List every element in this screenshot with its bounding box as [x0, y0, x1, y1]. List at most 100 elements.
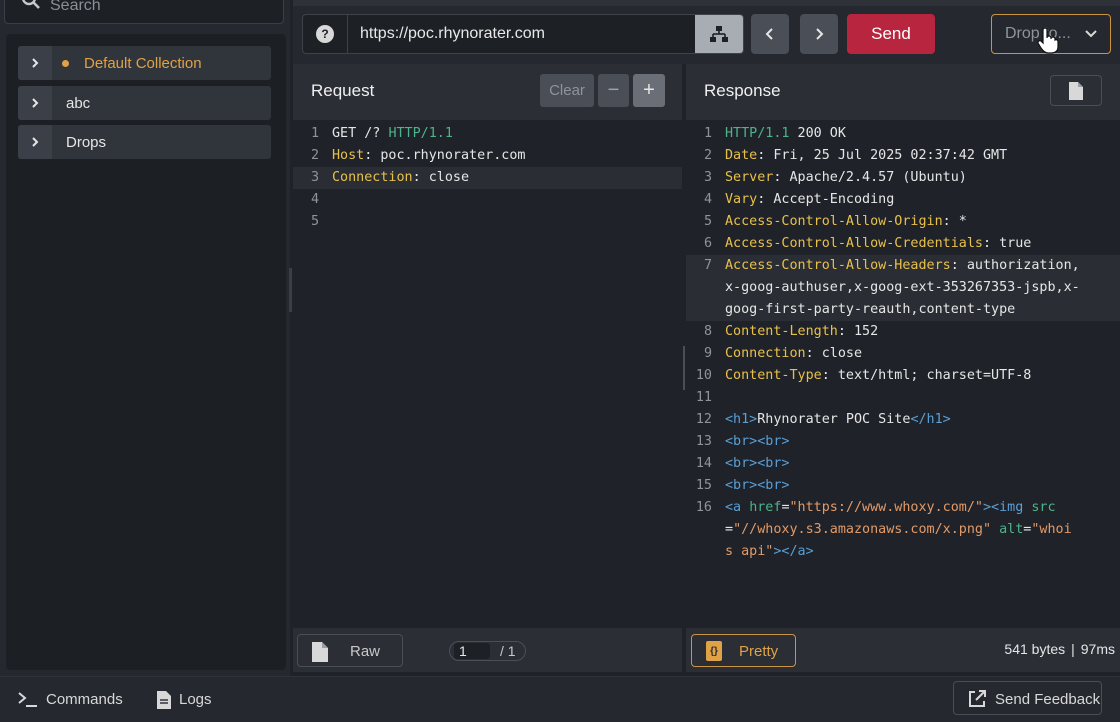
code-line: ="//whoxy.s3.amazonaws.com/x.png" alt="w… — [686, 519, 1120, 541]
search-input[interactable]: Search — [4, 0, 284, 24]
line-number: 4 — [310, 192, 319, 207]
code-line: s api"></a> — [686, 541, 1120, 563]
code-token: : * — [942, 214, 967, 229]
back-button[interactable] — [751, 14, 789, 54]
stats-separator: | — [1071, 641, 1075, 657]
page-total: / 1 — [500, 643, 516, 659]
line-number: 1 — [703, 126, 712, 141]
line-number: 9 — [703, 346, 712, 361]
chevron-right-icon[interactable] — [18, 125, 52, 159]
code-token: <br><br> — [725, 434, 790, 449]
code-line: 13 <br><br> — [686, 431, 1120, 453]
sidebar: Search Default Collection abc Drops — [0, 0, 290, 676]
line-number: 1 — [310, 126, 319, 141]
code-line: 4 — [293, 189, 682, 211]
response-time: 97ms — [1080, 641, 1115, 657]
code-token: : authorization, — [950, 258, 1080, 273]
status-bar: Commands Logs — [0, 676, 1120, 722]
code-line: 5 — [293, 211, 682, 233]
send-feedback-button[interactable]: Send Feedback — [953, 681, 1102, 715]
network-button[interactable] — [695, 15, 743, 53]
hand-cursor-icon — [1037, 28, 1059, 54]
pane-resize-handle[interactable] — [683, 346, 685, 390]
line-code: Server: Apache/2.4.57 (Ubuntu) — [725, 167, 967, 189]
response-pane: Response 1 HTTP/1.1 200 OK 2 Date: Fri, 25 … — [686, 64, 1120, 672]
code-token: 200 OK — [789, 126, 846, 141]
pretty-label: Pretty — [739, 643, 779, 660]
send-button[interactable]: Send — [847, 14, 935, 54]
response-viewer[interactable]: 1 HTTP/1.1 200 OK 2 Date: Fri, 25 Jul 2025 … — [686, 120, 1120, 628]
increase-button[interactable]: + — [633, 74, 665, 107]
file-icon — [1069, 81, 1083, 100]
line-number: 4 — [703, 192, 712, 207]
collection-item-abc[interactable]: abc — [18, 86, 271, 120]
pretty-button[interactable]: {} Pretty — [691, 634, 796, 667]
code-token: <h1> — [725, 412, 758, 427]
page-current-input[interactable]: 1 — [454, 643, 490, 659]
line-number: 7 — [703, 258, 712, 273]
line-code: Connection: close — [725, 343, 862, 365]
code-token: href — [749, 500, 782, 515]
code-token: ></a> — [773, 544, 814, 559]
request-title: Request — [311, 81, 375, 100]
collection-item-default[interactable]: Default Collection — [18, 46, 271, 80]
clear-button[interactable]: Clear — [540, 74, 594, 107]
response-stats: 541 bytes | 97ms — [1004, 641, 1115, 657]
code-line: 10 Content-Type: text/html; charset=UTF-8 — [686, 365, 1120, 387]
file-icon — [312, 642, 328, 662]
code-token: Connection — [725, 346, 806, 361]
chevron-right-icon[interactable] — [18, 46, 52, 80]
line-number: 5 — [310, 214, 319, 229]
line-code: ="//whoxy.s3.amazonaws.com/x.png" alt="w… — [725, 519, 1072, 541]
line-code: Vary: Accept-Encoding — [725, 189, 894, 211]
code-token: Vary — [725, 192, 758, 207]
line-number: 14 — [695, 456, 712, 471]
request-editor[interactable]: 1 GET /? HTTP/1.1 2 Host: poc.rhynorater.co… — [293, 120, 682, 628]
code-token: Connection — [332, 170, 413, 185]
line-number: 2 — [703, 148, 712, 163]
line-number: 16 — [695, 500, 712, 515]
code-token: "//whoxy.s3.amazonaws.com/x.png" — [733, 522, 992, 537]
line-code: Access-Control-Allow-Origin: * — [725, 211, 967, 233]
code-token: Host — [332, 148, 365, 163]
code-token: : Accept-Encoding — [757, 192, 895, 207]
line-code: Connection: close — [332, 167, 469, 189]
collection-item-drops[interactable]: Drops — [18, 125, 271, 159]
code-token: : Fri, 25 Jul 2025 02:37:42 GMT — [757, 148, 1008, 163]
line-code: <br><br> — [725, 431, 790, 453]
line-code: HTTP/1.1 200 OK — [725, 123, 846, 145]
url-input[interactable] — [347, 15, 697, 53]
code-line: 15 <br><br> — [686, 475, 1120, 497]
code-line: 8 Content-Length: 152 — [686, 321, 1120, 343]
code-token: ><img — [982, 500, 1032, 515]
code-line: 2 Host: poc.rhynorater.com — [293, 145, 682, 167]
sidebar-resize-handle[interactable] — [289, 268, 292, 312]
line-number: 8 — [703, 324, 712, 339]
line-code: Access-Control-Allow-Credentials: true — [725, 233, 1031, 255]
forward-button[interactable] — [800, 14, 838, 54]
code-token: = — [781, 500, 790, 515]
url-bar: ? — [302, 14, 744, 54]
collections-panel: Default Collection abc Drops — [6, 34, 286, 670]
code-token: x-goog-authuser,x-goog-ext-353267353-jsp… — [725, 280, 1080, 295]
code-token: Content-Length — [725, 324, 838, 339]
copy-response-button[interactable] — [1050, 75, 1102, 106]
help-button[interactable]: ? — [303, 15, 347, 53]
code-file-icon: {} — [706, 641, 722, 661]
code-token: "whoi — [1031, 522, 1072, 537]
code-token: : Apache/2.4.57 (Ubuntu) — [773, 170, 967, 185]
decrease-button[interactable]: − — [598, 74, 629, 107]
code-line: 2 Date: Fri, 25 Jul 2025 02:37:42 GMT — [686, 145, 1120, 167]
request-pane: Request Clear − + 1 GET /? HTTP/1.1 2 Host:… — [293, 64, 682, 672]
code-line: x-goog-authuser,x-goog-ext-353267353-jsp… — [686, 277, 1120, 299]
line-number: 15 — [695, 478, 712, 493]
code-token: Content-Type — [725, 368, 822, 383]
search-placeholder: Search — [50, 0, 101, 14]
raw-button[interactable]: Raw — [297, 634, 403, 667]
code-token: HTTP/1.1 — [388, 126, 453, 141]
line-number: 2 — [310, 148, 319, 163]
external-link-icon — [969, 690, 986, 707]
line-number: 12 — [695, 412, 712, 427]
chevron-right-icon[interactable] — [18, 86, 52, 120]
code-token: Access-Control-Allow-Origin — [725, 214, 943, 229]
